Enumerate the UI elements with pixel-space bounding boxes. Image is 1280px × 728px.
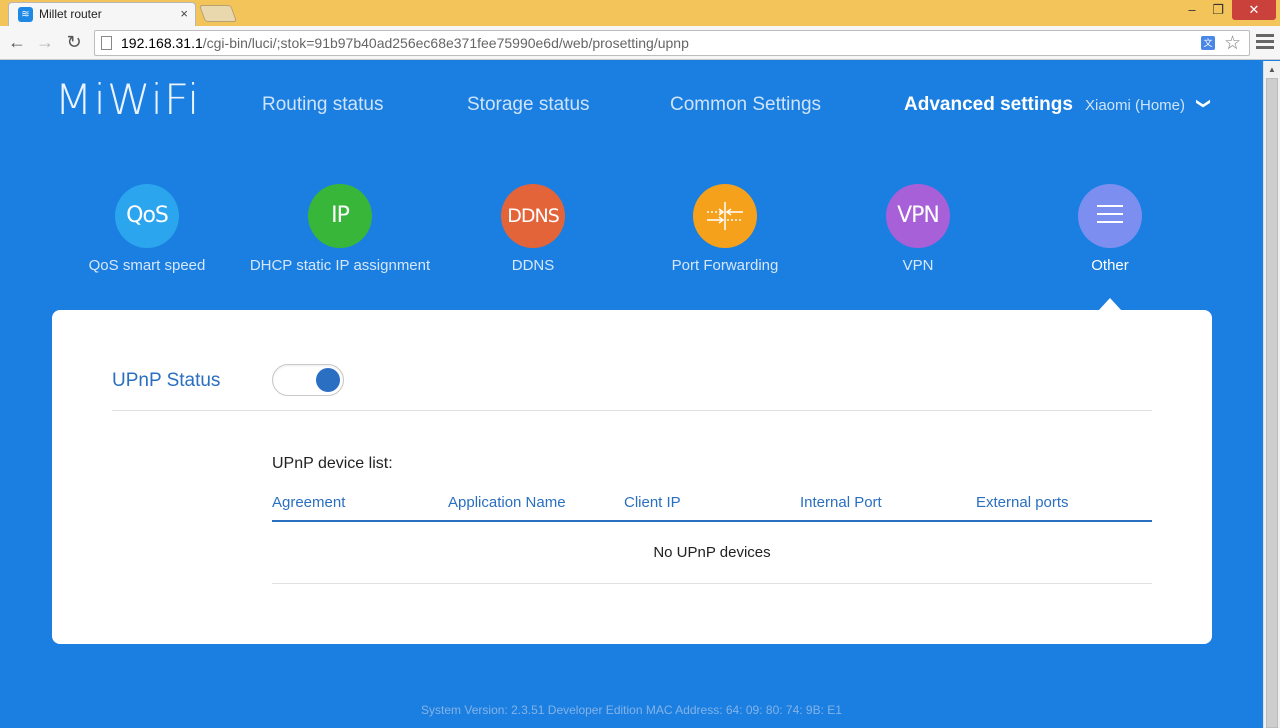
upnp-device-list-title: UPnP device list: [272, 455, 393, 472]
feature-ddns[interactable]: DDNS DDNS [433, 184, 633, 274]
feature-vpn[interactable]: VPN VPN [818, 184, 1018, 274]
hamburger-menu-icon [1078, 184, 1142, 248]
page-icon [101, 36, 112, 50]
browser-toolbar: ← → ↻ 192.168.31.1/cgi-bin/luci/;stok=91… [0, 26, 1280, 60]
toggle-knob [316, 368, 340, 392]
footer-system-info: System Version: 2.3.51 Developer Edition… [421, 703, 842, 717]
router-admin-page: MiWiFi Routing status Storage status Com… [0, 61, 1263, 728]
nav-advanced-settings[interactable]: Advanced settings [904, 94, 1073, 116]
ddns-icon: DDNS [501, 184, 565, 248]
feature-port-forwarding-label: Port Forwarding [671, 257, 779, 274]
qos-icon: QoS [115, 184, 179, 248]
window-maximize-button[interactable]: ❐ [1206, 0, 1230, 20]
page-scrollbar[interactable]: ▲ [1263, 61, 1280, 728]
forward-arrow-icon[interactable]: → [34, 32, 56, 53]
column-header-client-ip: Client IP [624, 494, 681, 511]
scroll-thumb[interactable] [1266, 78, 1278, 728]
column-header-agreement: Agreement [272, 494, 346, 511]
column-header-application-name: Application Name [448, 494, 566, 511]
upnp-status-label: UPnP Status [112, 370, 221, 391]
ip-icon: IP [308, 184, 372, 248]
wifi-favicon-icon: ≋ [18, 7, 33, 22]
browser-tab-millet-router[interactable]: ≋ Millet router × [8, 2, 196, 26]
browser-menu-icon[interactable] [1256, 34, 1274, 52]
nav-routing-status[interactable]: Routing status [262, 94, 383, 116]
feature-dhcp-label: DHCP static IP assignment [249, 257, 431, 274]
vpn-icon: VPN [886, 184, 950, 248]
reload-icon[interactable]: ↻ [63, 32, 85, 53]
scroll-up-arrow-icon[interactable]: ▲ [1268, 65, 1276, 74]
bookmark-star-icon[interactable]: ☆ [1224, 32, 1241, 55]
back-arrow-icon[interactable]: ← [6, 32, 28, 53]
table-empty-message: No UPnP devices [653, 544, 771, 561]
feature-other[interactable]: Other [1010, 184, 1210, 274]
feature-ddns-label: DDNS [511, 257, 555, 274]
upnp-settings-card: UPnP Status UPnP device list: Agreement … [52, 310, 1212, 644]
new-tab-button[interactable] [198, 5, 238, 22]
window-minimize-button[interactable]: – [1180, 0, 1204, 20]
window-close-button[interactable]: ✕ [1232, 0, 1276, 20]
browser-titlebar: ≋ Millet router × – ❐ ✕ [0, 0, 1280, 26]
tab-close-icon[interactable]: × [180, 6, 188, 21]
nav-storage-status[interactable]: Storage status [467, 94, 590, 116]
address-url[interactable]: 192.168.31.1/cgi-bin/luci/;stok=91b97b40… [121, 35, 689, 51]
feature-port-forwarding[interactable]: Port Forwarding [625, 184, 825, 274]
address-bar[interactable]: 192.168.31.1/cgi-bin/luci/;stok=91b97b40… [94, 30, 1250, 56]
feature-vpn-label: VPN [902, 257, 934, 274]
nav-common-settings[interactable]: Common Settings [670, 94, 821, 116]
feature-qos[interactable]: QoS QoS smart speed [47, 184, 247, 274]
feature-other-label: Other [1091, 257, 1129, 274]
port-forwarding-icon [693, 184, 757, 248]
upnp-status-toggle[interactable] [272, 364, 344, 396]
feature-qos-label: QoS smart speed [88, 257, 206, 274]
tab-title: Millet router [39, 7, 102, 21]
table-header-underline [272, 520, 1152, 522]
url-path: /cgi-bin/luci/;stok=91b97b40ad256ec68e37… [202, 35, 689, 51]
feature-dhcp-static-ip[interactable]: IP DHCP static IP assignment [240, 184, 440, 274]
chevron-down-icon[interactable]: ❯ [1195, 98, 1212, 110]
url-host: 192.168.31.1 [121, 35, 203, 51]
divider [112, 410, 1152, 411]
column-header-external-ports: External ports [976, 494, 1069, 511]
router-name-dropdown[interactable]: Xiaomi (Home) [1085, 97, 1185, 114]
table-bottom-divider [272, 583, 1152, 584]
translate-icon[interactable]: 文 [1201, 36, 1215, 50]
miwifi-logo[interactable]: MiWiFi [55, 75, 201, 124]
column-header-internal-port: Internal Port [800, 494, 882, 511]
